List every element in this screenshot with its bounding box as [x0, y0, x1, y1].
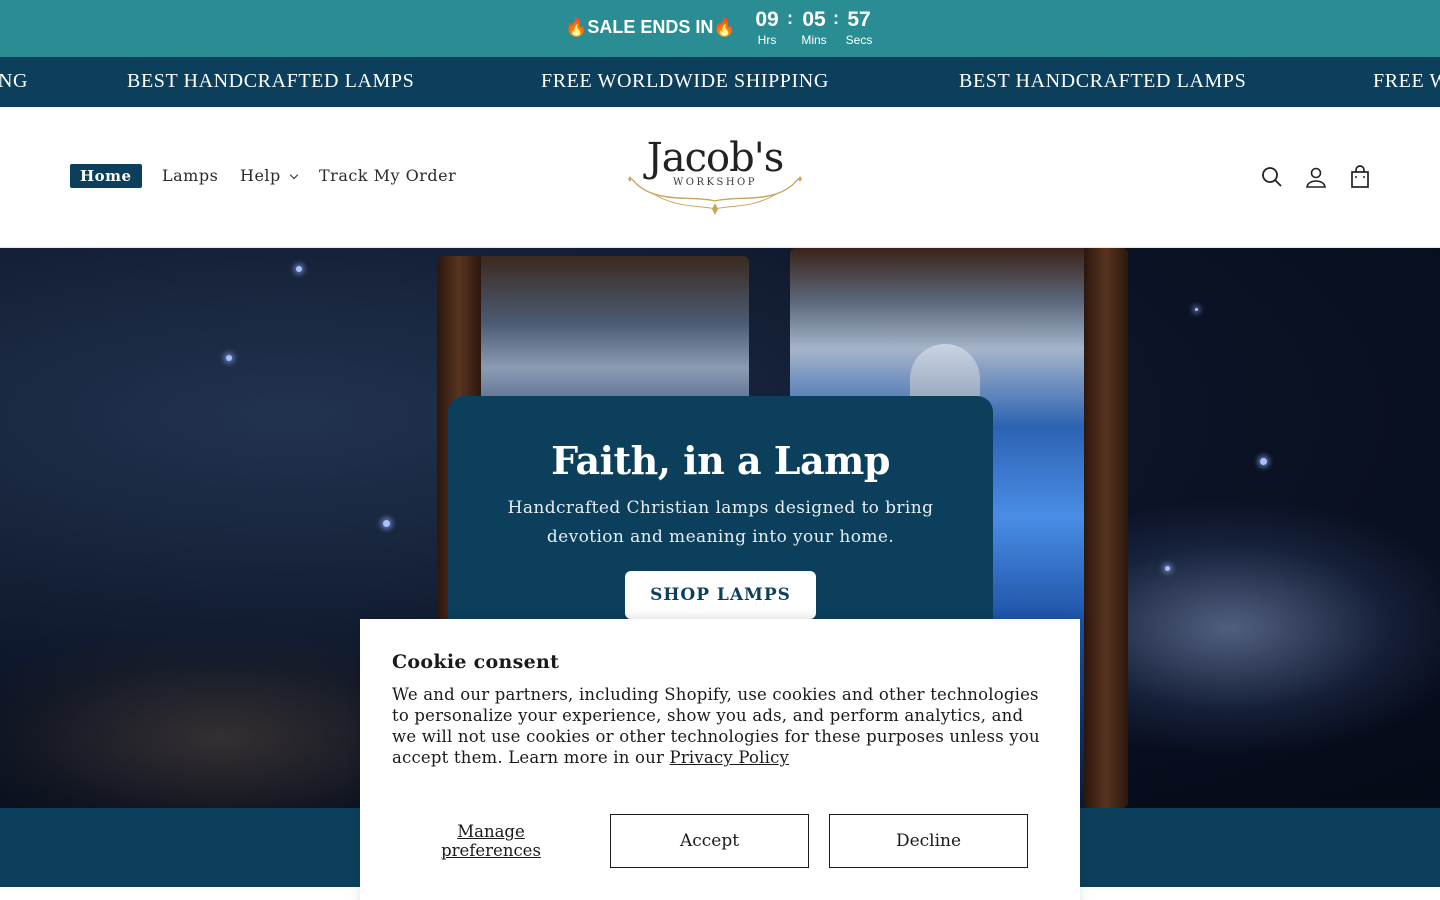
star-dot [226, 355, 232, 361]
manage-preferences-button[interactable]: Manage preferences [418, 822, 564, 860]
decline-button[interactable]: Decline [829, 814, 1028, 868]
marquee-item: BEST HANDCRAFTED LAMPS [127, 70, 415, 92]
cookie-body: We and our partners, including Shopify, … [392, 684, 1052, 768]
timer-hours: 09 Hrs [745, 7, 789, 47]
nav-lamps[interactable]: Lamps [162, 164, 218, 188]
marquee-item: FREE W [1373, 70, 1440, 92]
announcement-marquee: NG BEST HANDCRAFTED LAMPS FREE WORLDWIDE… [0, 57, 1440, 107]
site-header: Home Lamps Help Track My Order Jacob's W… [0, 107, 1440, 248]
account-icon[interactable] [1303, 164, 1329, 190]
nav-track-order[interactable]: Track My Order [319, 164, 456, 188]
nav-help[interactable]: Help [240, 164, 299, 188]
timer-minutes-value: 05 [802, 8, 826, 31]
accept-button[interactable]: Accept [610, 814, 809, 868]
star-dot [296, 266, 302, 272]
nav-help-label: Help [240, 166, 281, 185]
logo-flourish-icon [628, 176, 802, 215]
timer-hours-label: Hrs [757, 33, 777, 47]
cookie-consent-dialog: Cookie consent We and our partners, incl… [360, 619, 1080, 900]
marquee-item: FREE WORLDWIDE SHIPPING [541, 70, 829, 92]
timer-seconds: 57 Secs [837, 7, 881, 47]
hero-card: Faith, in a Lamp Handcrafted Christian l… [448, 396, 993, 636]
cookie-title: Cookie consent [392, 651, 560, 673]
timer-seconds-label: Secs [845, 33, 873, 47]
countdown-bar: 🔥SALE ENDS IN🔥 09 Hrs : 05 Mins : 57 Sec… [0, 0, 1440, 57]
shop-lamps-button[interactable]: SHOP LAMPS [625, 571, 816, 619]
star-dot [383, 520, 390, 527]
nav-home[interactable]: Home [70, 164, 142, 188]
star-dot [1260, 458, 1267, 465]
marquee-item: NG [0, 70, 29, 92]
lamp-wood-edge [1084, 248, 1128, 808]
privacy-policy-link[interactable]: Privacy Policy [670, 748, 790, 767]
timer-seconds-value: 57 [847, 8, 871, 31]
timer-hours-value: 09 [755, 8, 779, 31]
star-dot [1165, 566, 1170, 571]
timer-minutes-label: Mins [801, 33, 827, 47]
chevron-down-icon [289, 170, 299, 180]
sale-ends-label: 🔥SALE ENDS IN🔥 [565, 17, 736, 37]
cart-icon[interactable] [1347, 164, 1373, 190]
search-icon[interactable] [1259, 164, 1285, 190]
site-logo[interactable]: Jacob's WORKSHOP [622, 135, 808, 215]
star-dot [1195, 308, 1198, 311]
hero-title: Faith, in a Lamp [551, 438, 890, 483]
hero-subtitle: Handcrafted Christian lamps designed to … [507, 498, 934, 547]
timer-minutes: 05 Mins [792, 7, 836, 47]
marquee-item: BEST HANDCRAFTED LAMPS [959, 70, 1247, 92]
